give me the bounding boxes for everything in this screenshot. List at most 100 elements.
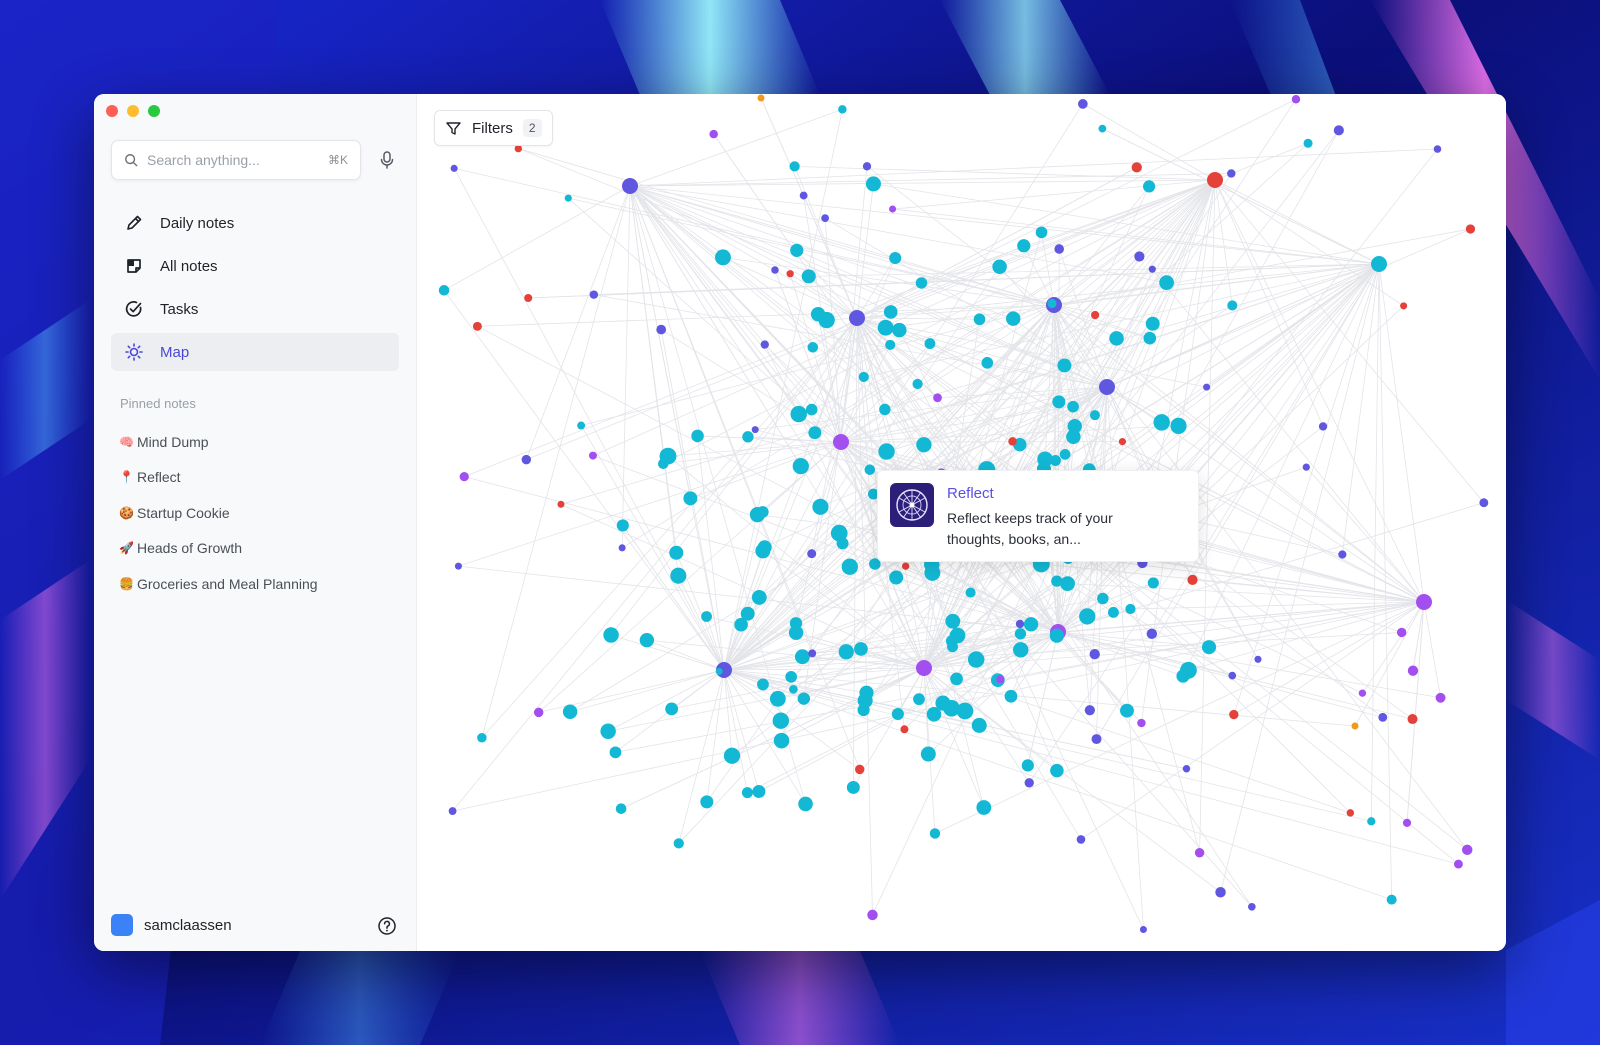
graph-node[interactable] [615,803,627,814]
graph-node[interactable] [1170,417,1187,434]
pinned-note-mind-dump[interactable]: 🧠 Mind Dump [119,424,409,460]
graph-node[interactable] [1067,400,1079,413]
graph-node[interactable] [1084,705,1095,716]
user-account[interactable]: samclaassen [111,914,232,936]
graph-hub-node[interactable] [1416,594,1432,610]
filters-button[interactable]: Filters 2 [434,110,553,146]
pinned-note-startup-cookie[interactable]: 🍪 Startup Cookie [119,495,409,531]
graph-node[interactable] [1006,311,1021,326]
minimize-window-button[interactable] [127,105,139,117]
graph-node[interactable] [1134,251,1145,262]
search-input[interactable] [146,152,328,168]
graph-node[interactable] [889,251,902,265]
graph-node[interactable] [1433,145,1442,153]
graph-node[interactable] [1147,577,1159,589]
graph-node[interactable] [1358,689,1367,697]
knowledge-graph-view[interactable]: Filters 2 Reflect Reflect keeps track of… [417,94,1506,951]
graph-node[interactable] [915,277,928,289]
graph-node[interactable] [769,690,786,707]
graph-node[interactable] [757,678,769,691]
help-icon[interactable] [377,916,397,936]
graph-node[interactable] [723,747,741,764]
graph-node[interactable] [790,405,807,423]
graph-node[interactable] [889,205,897,213]
graph-node[interactable] [771,266,779,274]
graph-node[interactable] [794,649,810,665]
graph-node[interactable] [858,371,869,383]
microphone-icon[interactable] [377,150,397,170]
graph-node[interactable] [973,313,986,326]
graph-node[interactable] [836,537,849,550]
graph-node[interactable] [459,471,469,482]
graph-node[interactable] [1142,180,1156,193]
graph-node[interactable] [854,642,868,656]
graph-node[interactable] [785,671,798,683]
graph-node[interactable] [846,780,860,794]
graph-node[interactable] [477,733,487,743]
graph-node[interactable] [1159,275,1174,290]
graph-node[interactable] [891,707,904,721]
nav-item-all-notes[interactable]: All notes [111,247,399,285]
graph-node[interactable] [889,570,904,585]
graph-node[interactable] [1148,265,1156,273]
graph-node[interactable] [1153,414,1170,431]
pinned-note-groceries[interactable]: 🍔 Groceries and Meal Planning [119,566,409,602]
graph-node[interactable] [789,684,798,694]
graph-node[interactable] [786,270,794,278]
graph-node[interactable] [1215,887,1226,898]
graph-node[interactable] [933,393,942,403]
graph-node[interactable] [1194,848,1205,858]
graph-node[interactable] [1479,498,1489,508]
graph-node[interactable] [1107,606,1119,618]
graph-node[interactable] [1227,169,1236,178]
graph-node[interactable] [588,451,597,460]
graph-node[interactable] [1351,722,1359,730]
graph-node[interactable] [879,403,891,416]
graph-node[interactable] [1004,689,1018,703]
pinned-note-reflect[interactable]: 📍 Reflect [119,460,409,496]
graph-node[interactable] [883,305,898,319]
graph-node[interactable] [807,549,817,559]
graph-node[interactable] [616,519,629,532]
graph-node[interactable] [1228,671,1237,680]
graph-node[interactable] [1131,162,1142,173]
graph-node[interactable] [1302,463,1310,471]
graph-node[interactable] [577,421,586,430]
graph-node[interactable] [821,214,829,223]
graph-node[interactable] [838,105,847,114]
graph-node[interactable] [609,746,622,759]
graph-node[interactable] [862,162,872,171]
graph-node[interactable] [790,243,804,257]
graph-node[interactable] [756,506,769,518]
graph-node[interactable] [981,357,994,369]
tooltip-title[interactable]: Reflect [947,485,1137,502]
graph-node[interactable] [1367,817,1376,826]
graph-node[interactable] [950,672,963,686]
graph-node[interactable] [1079,608,1096,625]
note-preview-tooltip[interactable]: Reflect Reflect keeps track of your thou… [877,470,1199,562]
graph-node[interactable] [854,764,865,775]
graph-node[interactable] [557,500,565,508]
graph-node[interactable] [1338,550,1347,559]
graph-node[interactable] [916,437,932,453]
graph-node[interactable] [857,703,870,717]
graph-hub-node[interactable] [1371,256,1387,272]
graph-node[interactable] [521,454,532,465]
graph-node[interactable] [920,746,936,762]
graph-node[interactable] [1057,358,1072,373]
graph-node[interactable] [867,909,878,921]
graph-node[interactable] [878,443,895,460]
graph-node[interactable] [752,785,766,799]
graph-node[interactable] [1024,778,1034,788]
graph-node[interactable] [448,807,457,815]
graph-node[interactable] [472,321,482,331]
graph-node[interactable] [798,796,813,812]
graph-node[interactable] [715,667,723,675]
zoom-window-button[interactable] [148,105,160,117]
graph-node[interactable] [1047,298,1057,309]
graph-node[interactable] [1120,703,1134,718]
graph-node[interactable] [665,702,679,716]
graph-node[interactable] [1076,835,1086,844]
graph-node[interactable] [1090,310,1100,320]
graph-hub-node[interactable] [833,434,849,450]
